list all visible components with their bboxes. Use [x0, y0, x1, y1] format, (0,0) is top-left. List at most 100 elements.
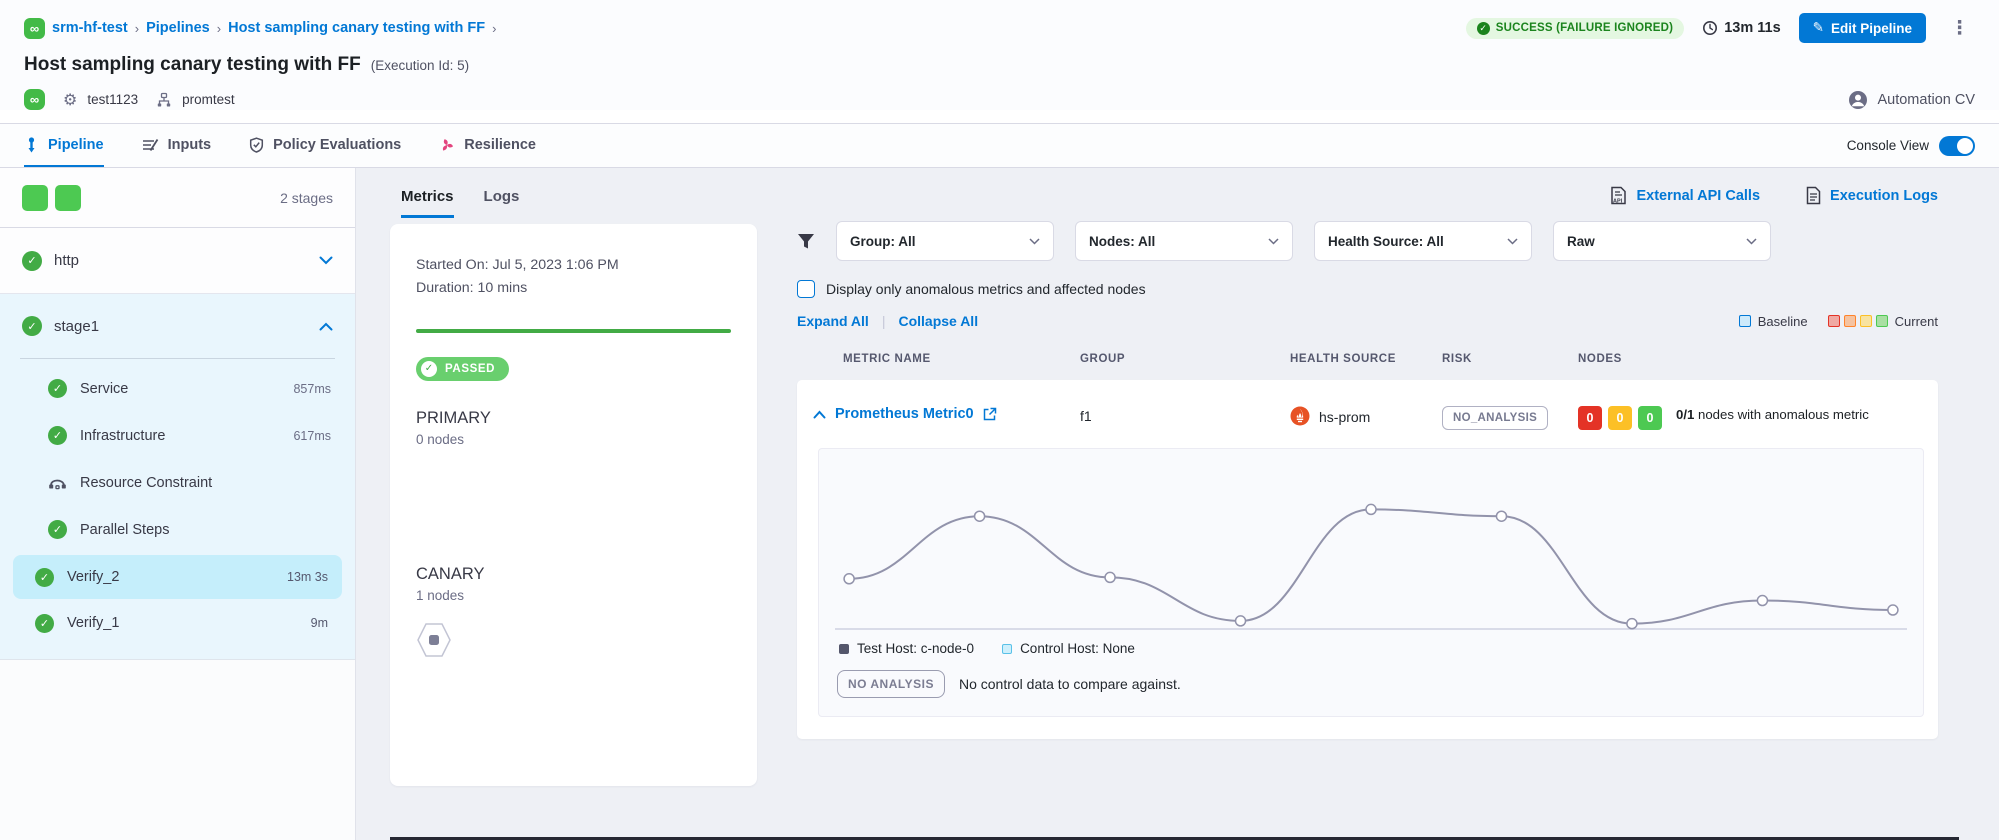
stage-summary: 2 stages: [0, 168, 355, 228]
metrics-analysis-panel: API External API Calls Execution Logs Gr…: [776, 168, 1999, 840]
svg-text:API: API: [1613, 199, 1623, 205]
current-legend-label: Current: [1895, 314, 1938, 329]
health-source-name: hs-prom: [1319, 407, 1370, 425]
chevron-down-icon[interactable]: [319, 256, 333, 265]
console-view-label: Console View: [1847, 138, 1929, 153]
primary-label: PRIMARY: [416, 409, 731, 428]
success-check-icon: ✓: [35, 614, 54, 633]
shield-check-icon: [249, 137, 264, 153]
expand-all-link[interactable]: Expand All: [797, 313, 869, 329]
view-mode-dropdown[interactable]: Raw: [1553, 221, 1771, 261]
metric-group: f1: [1080, 406, 1290, 424]
pipeline-status-icon: ∞: [24, 89, 45, 110]
user-avatar-icon: [1848, 90, 1868, 110]
breadcrumb-project[interactable]: srm-hf-test: [52, 20, 128, 36]
breadcrumb-pipelines[interactable]: Pipelines: [146, 20, 210, 36]
breadcrumb-separator: ›: [217, 21, 221, 36]
stage-status-square: [22, 185, 48, 211]
verification-progress-bar: [416, 329, 731, 333]
step-infrastructure[interactable]: ✓ Infrastructure 617ms: [0, 412, 355, 459]
stage-section-stage1: ✓ stage1 ✓ Service 857ms ✓ Infrastructur…: [0, 294, 355, 660]
chevron-down-icon: [1507, 238, 1518, 245]
environment-name[interactable]: promtest: [182, 92, 235, 107]
step-verify-1[interactable]: ✓ Verify_1 9m: [13, 601, 342, 645]
primary-node-count: 0 nodes: [416, 432, 731, 447]
stage-count: 2 stages: [280, 190, 333, 206]
chevron-down-icon: [1746, 238, 1757, 245]
divider: |: [882, 313, 886, 329]
external-api-calls-link[interactable]: API External API Calls: [1610, 186, 1760, 205]
api-document-icon: API: [1610, 186, 1627, 205]
passed-badge: ✓ PASSED: [416, 357, 509, 381]
canary-node-hexagon[interactable]: [416, 621, 452, 659]
verification-summary-card: Started On: Jul 5, 2023 1:06 PM Duration…: [390, 224, 757, 786]
service-gear-icon: ⚙: [63, 90, 77, 110]
yellow-node-count: 0: [1608, 406, 1632, 430]
stage-row-http[interactable]: ✓ http: [0, 228, 355, 294]
started-on: Started On: Jul 5, 2023 1:06 PM: [416, 254, 731, 277]
stage-row-stage1[interactable]: ✓ stage1: [0, 294, 355, 358]
tab-inputs[interactable]: Inputs: [142, 124, 212, 167]
user-name: Automation CV: [1877, 92, 1975, 108]
clock-icon: [1702, 20, 1718, 36]
step-parallel-steps[interactable]: ✓ Parallel Steps: [0, 506, 355, 553]
metric-name-link[interactable]: Prometheus Metric0: [835, 406, 974, 422]
canary-node-count: 1 nodes: [416, 588, 731, 603]
pencil-icon: ✎: [1813, 20, 1824, 36]
baseline-legend-swatch: [1739, 315, 1751, 327]
step-resource-constraint[interactable]: Resource Constraint: [0, 459, 355, 506]
tab-policy-evaluations[interactable]: Policy Evaluations: [249, 124, 401, 167]
nodes-summary: 0/1 nodes with anomalous metric: [1676, 406, 1869, 424]
environment-icon: [156, 92, 172, 108]
success-check-icon: ✓: [48, 520, 67, 539]
console-view-toggle[interactable]: [1939, 136, 1975, 156]
success-check-icon: ✓: [22, 316, 42, 336]
tab-metrics[interactable]: Metrics: [401, 188, 454, 218]
external-link-icon[interactable]: [983, 407, 997, 421]
chevron-down-icon: [1029, 238, 1040, 245]
control-host-swatch: [1002, 644, 1012, 654]
resilience-chaos-icon: [439, 137, 455, 153]
nodes-filter-dropdown[interactable]: Nodes: All: [1075, 221, 1293, 261]
step-service[interactable]: ✓ Service 857ms: [0, 365, 355, 412]
check-icon: ✓: [421, 361, 437, 377]
risk-badge: NO_ANALYSIS: [1442, 406, 1548, 430]
duration: Duration: 10 mins: [416, 277, 731, 300]
pipeline-icon: [24, 137, 39, 153]
service-name[interactable]: test1123: [87, 92, 138, 107]
collapse-all-link[interactable]: Collapse All: [898, 313, 978, 329]
breadcrumb-separator: ›: [135, 21, 139, 36]
verification-summary-panel: Metrics Logs Started On: Jul 5, 2023 1:0…: [356, 168, 776, 840]
metric-line-chart[interactable]: [835, 479, 1907, 637]
logs-document-icon: [1806, 186, 1821, 205]
collapse-chevron-up-icon[interactable]: [813, 410, 826, 419]
tab-logs[interactable]: Logs: [484, 188, 520, 218]
breadcrumb-separator: ›: [492, 21, 496, 36]
group-filter-dropdown[interactable]: Group: All: [836, 221, 1054, 261]
tab-resilience[interactable]: Resilience: [439, 124, 536, 167]
step-verify-2[interactable]: ✓ Verify_2 13m 3s: [13, 555, 342, 599]
filter-funnel-icon[interactable]: [797, 233, 815, 250]
host-legend: Test Host: c-node-0 Control Host: None: [835, 641, 1907, 656]
breadcrumb-pipeline[interactable]: Host sampling canary testing with FF: [228, 20, 485, 36]
success-check-icon: ✓: [1477, 22, 1490, 35]
execution-id: (Execution Id: 5): [371, 58, 469, 73]
control-host-label: Control Host: None: [1020, 641, 1135, 656]
stage-status-square: [55, 185, 81, 211]
execution-logs-link[interactable]: Execution Logs: [1806, 186, 1938, 205]
breadcrumb: ∞ srm-hf-test › Pipelines › Host samplin…: [24, 13, 1975, 43]
health-source-filter-dropdown[interactable]: Health Source: All: [1314, 221, 1532, 261]
execution-duration: 13m 11s: [1702, 20, 1780, 36]
prometheus-icon: [1290, 406, 1310, 426]
red-node-count: 0: [1578, 406, 1602, 430]
divider: [20, 358, 335, 359]
metrics-table-header: METRIC NAME GROUP HEALTH SOURCE RISK NOD…: [797, 353, 1938, 365]
anomalous-only-checkbox[interactable]: [797, 280, 815, 298]
edit-pipeline-button[interactable]: ✎ Edit Pipeline: [1799, 13, 1926, 43]
green-node-count: 0: [1638, 406, 1662, 430]
tab-pipeline[interactable]: Pipeline: [24, 124, 104, 167]
chevron-up-icon[interactable]: [319, 322, 333, 331]
more-options-menu[interactable]: ⋮: [1944, 19, 1975, 38]
metric-chart-card: Test Host: c-node-0 Control Host: None N…: [818, 448, 1924, 717]
test-host-label: Test Host: c-node-0: [857, 641, 974, 656]
